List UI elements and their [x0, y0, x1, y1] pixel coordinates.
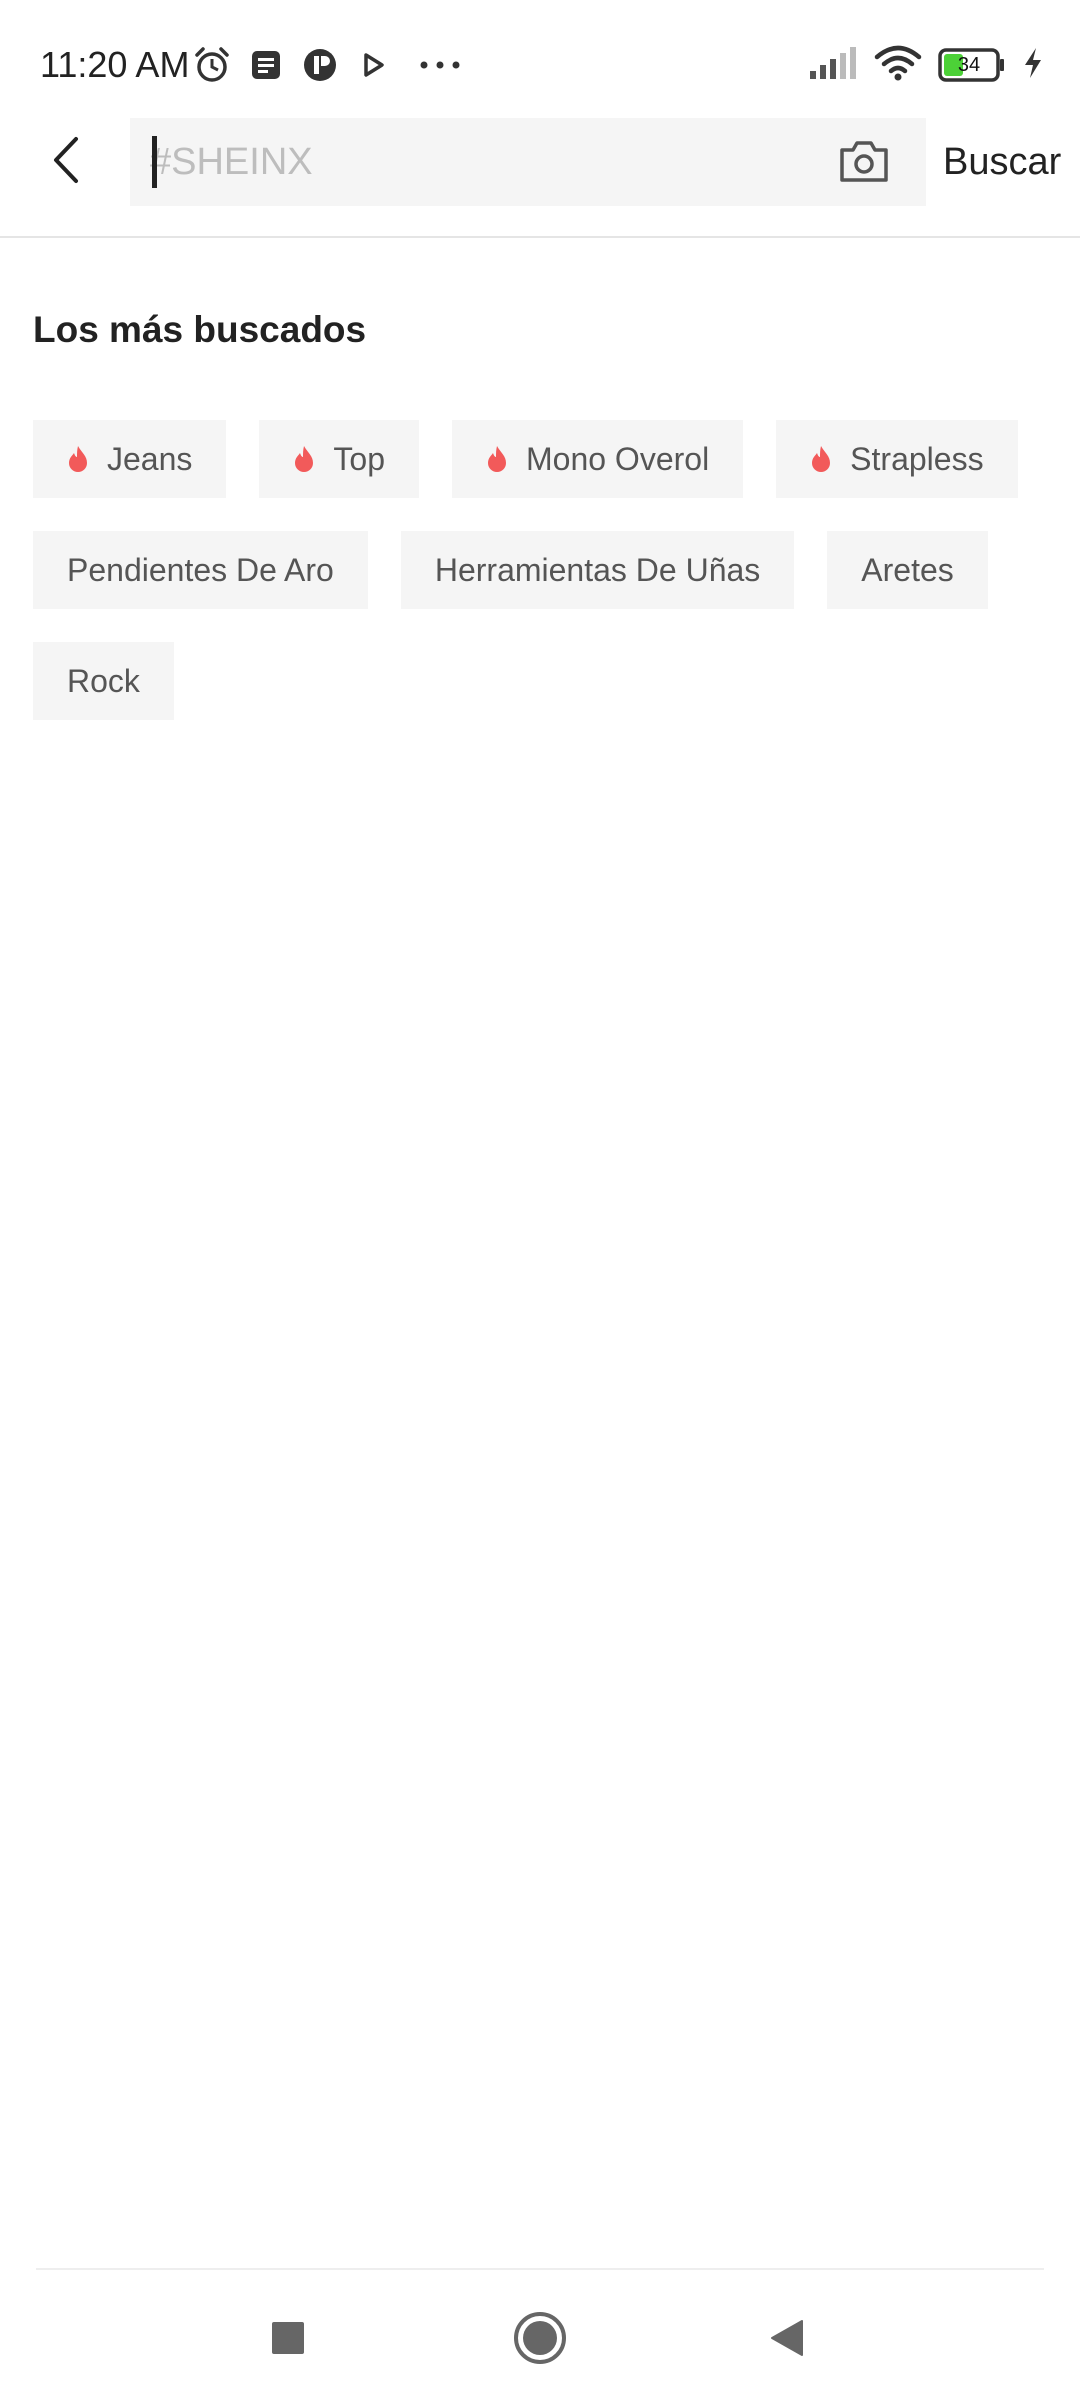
trending-title: Los más buscados	[33, 309, 367, 350]
recents-button[interactable]	[258, 2310, 318, 2370]
charging-icon	[1022, 46, 1044, 85]
search-input[interactable]	[150, 118, 810, 206]
trending-tag[interactable]: Strapless	[776, 420, 1018, 498]
trending-tag[interactable]: Aretes	[827, 531, 988, 609]
flame-icon	[486, 445, 508, 473]
trending-tag-label: Rock	[67, 662, 140, 699]
battery-icon: 34	[938, 47, 1006, 83]
back-arrow-icon	[48, 135, 82, 190]
back-button[interactable]	[40, 132, 90, 192]
recents-square-icon	[270, 2320, 306, 2361]
home-circle-icon	[512, 2310, 568, 2371]
flame-icon	[67, 445, 89, 473]
wifi-icon	[874, 44, 922, 87]
trending-tags: Jeans Top Mono Overol Strapless Pendient…	[33, 420, 1053, 720]
search-box	[130, 118, 926, 206]
search-submit-button[interactable]: Buscar	[943, 118, 1061, 206]
trending-tag-label: Herramientas De Uñas	[434, 551, 761, 588]
trending-tag[interactable]: Mono Overol	[451, 420, 744, 498]
trending-tag[interactable]: Jeans	[33, 420, 227, 498]
app-icon	[300, 45, 340, 85]
trending-tag-label: Pendientes De Aro	[67, 551, 334, 588]
trending-tag-label: Jeans	[107, 440, 193, 477]
home-button[interactable]	[510, 2310, 570, 2370]
more-dots-icon	[418, 45, 462, 85]
alarm-icon	[192, 45, 232, 85]
trending-tag-label: Strapless	[850, 440, 984, 477]
search-header: Buscar	[0, 118, 1080, 238]
camera-icon	[837, 138, 891, 189]
status-bar: 11:20 AM 34	[0, 0, 1080, 120]
trending-tag-label: Aretes	[861, 551, 954, 588]
back-triangle-icon	[768, 2318, 808, 2363]
flame-icon	[810, 445, 832, 473]
status-right-icons: 34	[808, 40, 1044, 90]
text-cursor	[152, 136, 157, 188]
status-left-icons	[192, 40, 462, 90]
notes-icon	[246, 45, 286, 85]
trending-tag[interactable]: Top	[259, 420, 419, 498]
flame-icon	[293, 445, 315, 473]
status-time: 11:20 AM	[40, 44, 190, 85]
nav-back-button[interactable]	[758, 2310, 818, 2370]
system-nav-bar	[0, 2270, 1080, 2400]
play-icon	[354, 45, 394, 85]
camera-button[interactable]	[836, 138, 892, 188]
trending-tag-label: Mono Overol	[525, 440, 710, 477]
trending-tag[interactable]: Herramientas De Uñas	[400, 531, 795, 609]
signal-icon	[808, 45, 858, 86]
trending-tag[interactable]: Pendientes De Aro	[33, 531, 368, 609]
battery-level: 34	[957, 54, 981, 76]
trending-tag[interactable]: Rock	[33, 642, 174, 720]
trending-tag-label: Top	[333, 440, 385, 477]
